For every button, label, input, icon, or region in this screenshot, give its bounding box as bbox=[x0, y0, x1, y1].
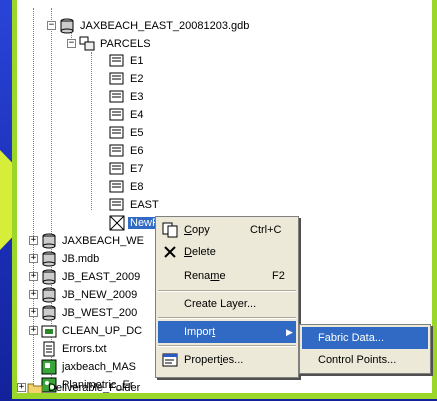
menu-shortcut: F2 bbox=[272, 270, 285, 282]
tree-item-folder[interactable]: Deliverable_Folder bbox=[27, 379, 142, 394]
tree-item-sibling[interactable]: JB_NEW_2009 bbox=[41, 286, 139, 304]
menu-label: Fabric Data... bbox=[318, 332, 385, 344]
tree-item-child[interactable]: E8 bbox=[109, 178, 145, 196]
feature-class-icon bbox=[109, 53, 125, 69]
tree-line bbox=[91, 52, 92, 210]
layer-file-icon bbox=[41, 359, 57, 375]
tree-item-label: JAXBEACH_EAST_20081203.gdb bbox=[80, 20, 250, 32]
menu-label: Import bbox=[184, 326, 216, 338]
tree-item-sibling[interactable]: JB_WEST_200 bbox=[41, 304, 139, 322]
menu-label: Properties... bbox=[184, 354, 244, 366]
menu-item-delete[interactable]: Delete bbox=[158, 241, 296, 263]
tree-item-label: E1 bbox=[130, 55, 144, 67]
submenu-item-fabric-data[interactable]: Fabric Data... bbox=[302, 327, 428, 349]
tree-item-label: E4 bbox=[130, 109, 144, 121]
tree-item-label: Deliverable_Folder bbox=[48, 382, 141, 394]
expand-toggle[interactable]: + bbox=[29, 272, 38, 281]
tree-item-child[interactable]: E2 bbox=[109, 70, 145, 88]
menu-label: Delete bbox=[184, 246, 216, 258]
tree-item-gdb[interactable]: JAXBEACH_EAST_20081203.gdb bbox=[59, 17, 251, 35]
folder-icon bbox=[27, 380, 43, 393]
tree-item-label: E2 bbox=[130, 73, 144, 85]
tree-item-child[interactable]: E5 bbox=[109, 124, 145, 142]
menu-separator bbox=[158, 317, 296, 319]
menu-item-import[interactable]: Import ▶ bbox=[158, 321, 296, 343]
copy-icon bbox=[162, 222, 178, 238]
tree-item-child[interactable]: EAST bbox=[109, 196, 161, 214]
tree-item-label: JB_EAST_2009 bbox=[62, 271, 141, 283]
toolbox-icon bbox=[41, 323, 57, 339]
delete-icon bbox=[162, 244, 178, 260]
tree-item-label: E8 bbox=[130, 181, 144, 193]
expand-toggle[interactable]: + bbox=[29, 308, 38, 317]
tree-item-sibling[interactable]: CLEAN_UP_DC bbox=[41, 322, 144, 340]
tree-item-sibling[interactable]: Errors.txt bbox=[41, 340, 109, 358]
feature-class-icon bbox=[109, 197, 125, 213]
parcel-fabric-icon bbox=[109, 215, 125, 231]
tree-item-child[interactable]: E1 bbox=[109, 52, 145, 70]
menu-label: Create Layer... bbox=[184, 298, 257, 310]
collapse-toggle[interactable]: − bbox=[67, 39, 76, 48]
properties-icon bbox=[162, 352, 178, 368]
menu-separator bbox=[158, 290, 296, 292]
tree-item-label: Errors.txt bbox=[62, 343, 107, 355]
geodatabase-icon bbox=[41, 305, 57, 321]
tree-item-child[interactable]: E4 bbox=[109, 106, 145, 124]
tree-item-label: JB_NEW_2009 bbox=[62, 289, 138, 301]
menu-label: Copy bbox=[184, 224, 210, 236]
tree-item-label: PARCELS bbox=[100, 38, 151, 50]
tree-item-sibling[interactable]: jaxbeach_MAS bbox=[41, 358, 138, 376]
menu-item-create-layer[interactable]: Create Layer... bbox=[158, 293, 296, 315]
menu-label: Control Points... bbox=[318, 354, 397, 366]
tree-item-label: CLEAN_UP_DC bbox=[62, 325, 143, 337]
menu-item-copy[interactable]: Copy Ctrl+C bbox=[158, 219, 296, 241]
menu-separator bbox=[158, 345, 296, 347]
expand-toggle[interactable]: + bbox=[29, 254, 38, 263]
tree-item-label: E6 bbox=[130, 145, 144, 157]
submenu-item-control-points[interactable]: Control Points... bbox=[302, 349, 428, 371]
text-file-icon bbox=[41, 341, 57, 357]
tree-item-sibling[interactable]: JB_EAST_2009 bbox=[41, 268, 142, 286]
geodatabase-icon bbox=[41, 233, 57, 249]
collapse-toggle[interactable]: − bbox=[47, 21, 56, 30]
geodatabase-icon bbox=[41, 287, 57, 303]
expand-toggle[interactable]: + bbox=[29, 290, 38, 299]
tree-item-sibling[interactable]: JAXBEACH_WE bbox=[41, 232, 146, 250]
geodatabase-icon bbox=[59, 18, 75, 34]
feature-class-icon bbox=[109, 161, 125, 177]
tree-item-label: E5 bbox=[130, 127, 144, 139]
geodatabase-icon bbox=[41, 269, 57, 285]
menu-item-properties[interactable]: Properties... bbox=[158, 349, 296, 371]
feature-class-icon bbox=[109, 125, 125, 141]
submenu-arrow-icon: ▶ bbox=[286, 326, 293, 337]
import-submenu: Fabric Data... Control Points... bbox=[299, 324, 431, 374]
tree-item-label: jaxbeach_MAS bbox=[62, 361, 136, 373]
tree-item-child[interactable]: E6 bbox=[109, 142, 145, 160]
tree-item-label: E3 bbox=[130, 91, 144, 103]
feature-class-icon bbox=[109, 71, 125, 87]
feature-class-icon bbox=[109, 107, 125, 123]
tree-item-label: JB.mdb bbox=[62, 253, 100, 265]
expand-toggle[interactable]: + bbox=[29, 326, 38, 335]
feature-dataset-icon bbox=[79, 36, 95, 52]
menu-item-rename[interactable]: Rename F2 bbox=[158, 265, 296, 287]
feature-class-icon bbox=[109, 143, 125, 159]
tree-item-child[interactable]: E7 bbox=[109, 160, 145, 178]
context-menu: Copy Ctrl+C Delete Rename F2 Create Laye… bbox=[155, 216, 299, 378]
expand-toggle[interactable]: + bbox=[17, 383, 26, 392]
menu-shortcut: Ctrl+C bbox=[250, 224, 282, 236]
tree-item-sibling[interactable]: JB.mdb bbox=[41, 250, 101, 268]
tree-item-child[interactable]: E3 bbox=[109, 88, 145, 106]
geodatabase-icon bbox=[41, 251, 57, 267]
tree-item-label: JAXBEACH_WE bbox=[62, 235, 144, 247]
feature-class-icon bbox=[109, 89, 125, 105]
tree-item-label: E7 bbox=[130, 163, 144, 175]
menu-label: Rename bbox=[184, 270, 226, 282]
tree-item-label: JB_WEST_200 bbox=[62, 307, 138, 319]
tree-item-label: EAST bbox=[130, 199, 159, 211]
feature-class-icon bbox=[109, 179, 125, 195]
expand-toggle[interactable]: + bbox=[29, 236, 38, 245]
tree-item-parcels[interactable]: PARCELS bbox=[79, 35, 153, 53]
